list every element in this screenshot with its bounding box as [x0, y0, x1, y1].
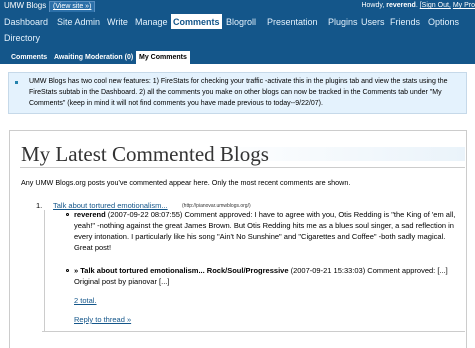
menu-write[interactable]: Write	[105, 15, 130, 29]
submenu-comments[interactable]: Comments	[8, 51, 50, 64]
thread-divider	[42, 331, 465, 332]
notice-text: UMW Blogs has two cool new features: 1) …	[29, 78, 448, 107]
view-site-label: (View site »)	[53, 3, 92, 10]
site-name: UMW Blogs	[4, 1, 47, 10]
username[interactable]: reverend	[386, 2, 416, 9]
bullet-icon	[15, 81, 18, 84]
user-info: Howdy, reverend. [Sign Out, My Pro	[361, 2, 475, 9]
comment-text: (2007-09-22 08:07:55) Comment approved: …	[74, 210, 456, 252]
menu-presentation[interactable]: Presentation	[265, 15, 320, 29]
menu-dashboard[interactable]: Dashboard	[2, 15, 50, 29]
feature-notice: UMW Blogs has two cool new features: 1) …	[8, 72, 467, 114]
main-menu: Dashboard Site Admin Write Manage Commen…	[0, 12, 475, 46]
submenu-awaiting-moderation[interactable]: Awaiting Moderation (0)	[51, 51, 136, 64]
bullet-icon	[66, 213, 69, 216]
howdy-text: Howdy,	[361, 2, 385, 9]
comment-item: reverend (2007-09-22 08:07:55) Comment a…	[74, 209, 459, 253]
comment-item: » Talk about tortured emotionalism... Ro…	[74, 265, 459, 287]
content-frame-right	[466, 130, 467, 348]
comment-author: reverend	[74, 210, 106, 219]
reply-to-thread-link[interactable]: Reply to thread »	[74, 315, 131, 325]
content-frame-left	[9, 130, 10, 348]
menu-blogroll[interactable]: Blogroll	[224, 15, 258, 29]
thread-line	[44, 210, 45, 331]
sub-menu: Comments Awaiting Moderation (0) My Comm…	[0, 46, 475, 64]
title-divider	[20, 167, 465, 168]
total-comments-link[interactable]: 2 total.	[74, 296, 97, 306]
menu-options[interactable]: Options	[426, 15, 461, 29]
content-frame-top	[9, 130, 467, 131]
intro-text: Any UMW Blogs.org posts you've commented…	[21, 178, 351, 187]
post-number: 1.	[36, 201, 43, 210]
menu-manage[interactable]: Manage	[133, 15, 170, 29]
menu-users[interactable]: Users	[359, 15, 387, 29]
bullet-icon	[66, 269, 69, 272]
menu-friends[interactable]: Friends	[388, 15, 422, 29]
menu-directory[interactable]: Directory	[2, 31, 42, 45]
my-profile-link[interactable]: My Pro	[453, 2, 475, 9]
sign-out-link[interactable]: [Sign Out,	[420, 2, 451, 9]
page-title: My Latest Commented Blogs	[21, 142, 269, 166]
admin-header: UMW Blogs (View site ») Howdy, reverend.…	[0, 0, 475, 13]
submenu-my-comments[interactable]: My Comments	[136, 51, 190, 64]
menu-comments[interactable]: Comments	[171, 14, 222, 29]
menu-plugins[interactable]: Plugins	[326, 15, 360, 29]
comment-author: » Talk about tortured emotionalism... Ro…	[74, 266, 289, 275]
menu-site-admin[interactable]: Site Admin	[55, 15, 102, 29]
